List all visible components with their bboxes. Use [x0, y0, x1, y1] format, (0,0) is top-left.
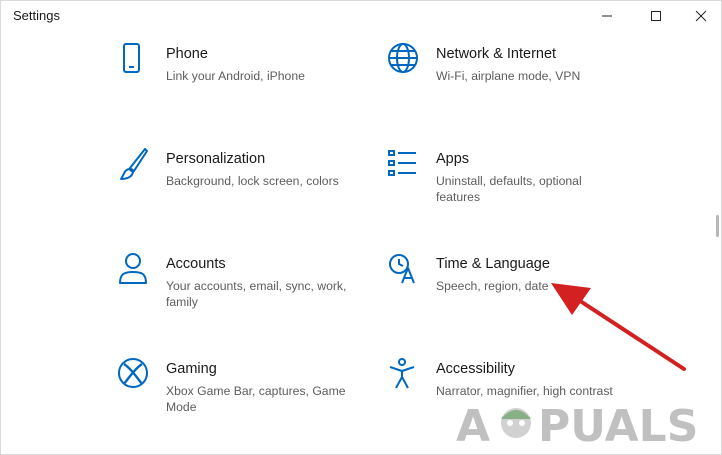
apps-list-icon: [388, 148, 428, 188]
close-icon: [695, 10, 707, 22]
paintbrush-icon: [118, 148, 158, 188]
item-description: Your accounts, email, sync, work, family: [166, 279, 347, 309]
settings-item-personalization[interactable]: Personalization Background, lock screen,…: [118, 148, 388, 228]
item-label: Gaming: [166, 361, 217, 377]
xbox-icon: [118, 358, 158, 398]
item-label: Time & Language: [436, 256, 550, 272]
scrollbar-thumb[interactable]: [716, 215, 719, 237]
globe-icon: [388, 43, 428, 83]
maximize-button[interactable]: [634, 1, 678, 31]
watermark-text: PUALS: [538, 401, 698, 451]
minimize-button[interactable]: [585, 1, 629, 31]
minimize-icon: [602, 15, 612, 17]
settings-item-network[interactable]: Network & Internet Wi-Fi, airplane mode,…: [388, 43, 658, 123]
item-description: Background, lock screen, colors: [166, 174, 339, 188]
phone-icon: [118, 43, 158, 83]
settings-item-accounts[interactable]: Accounts Your accounts, email, sync, wor…: [118, 253, 388, 333]
item-label: Network & Internet: [436, 46, 557, 62]
watermark-letter-a: A: [456, 401, 490, 451]
settings-item-phone[interactable]: Phone Link your Android, iPhone: [118, 43, 388, 123]
annotation-arrow: [551, 283, 686, 371]
accessibility-icon: [388, 358, 428, 398]
item-label: Accessibility: [436, 361, 515, 377]
item-label: Apps: [436, 151, 470, 167]
item-description: Wi-Fi, airplane mode, VPN: [436, 69, 581, 83]
time-language-icon: [388, 253, 428, 293]
window-title: Settings: [13, 8, 60, 23]
item-label: Personalization: [166, 151, 266, 167]
item-description: Xbox Game Bar, captures, Game Mode: [166, 384, 346, 414]
person-icon: [118, 253, 158, 293]
item-description: Link your Android, iPhone: [166, 69, 305, 83]
item-label: Phone: [166, 46, 208, 62]
settings-window: Settings Phone Link your Android, iPhone: [0, 0, 722, 455]
close-button[interactable]: [679, 1, 722, 31]
item-label: Accounts: [166, 256, 226, 272]
settings-item-apps[interactable]: Apps Uninstall, defaults, optional featu…: [388, 148, 658, 228]
appuals-watermark: A PUALS: [456, 401, 698, 451]
maximize-icon: [651, 11, 661, 21]
watermark-mascot-icon: [501, 408, 531, 438]
item-description: Uninstall, defaults, optional features: [436, 174, 582, 204]
title-bar[interactable]: Settings: [1, 1, 721, 31]
settings-item-gaming[interactable]: Gaming Xbox Game Bar, captures, Game Mod…: [118, 358, 388, 438]
